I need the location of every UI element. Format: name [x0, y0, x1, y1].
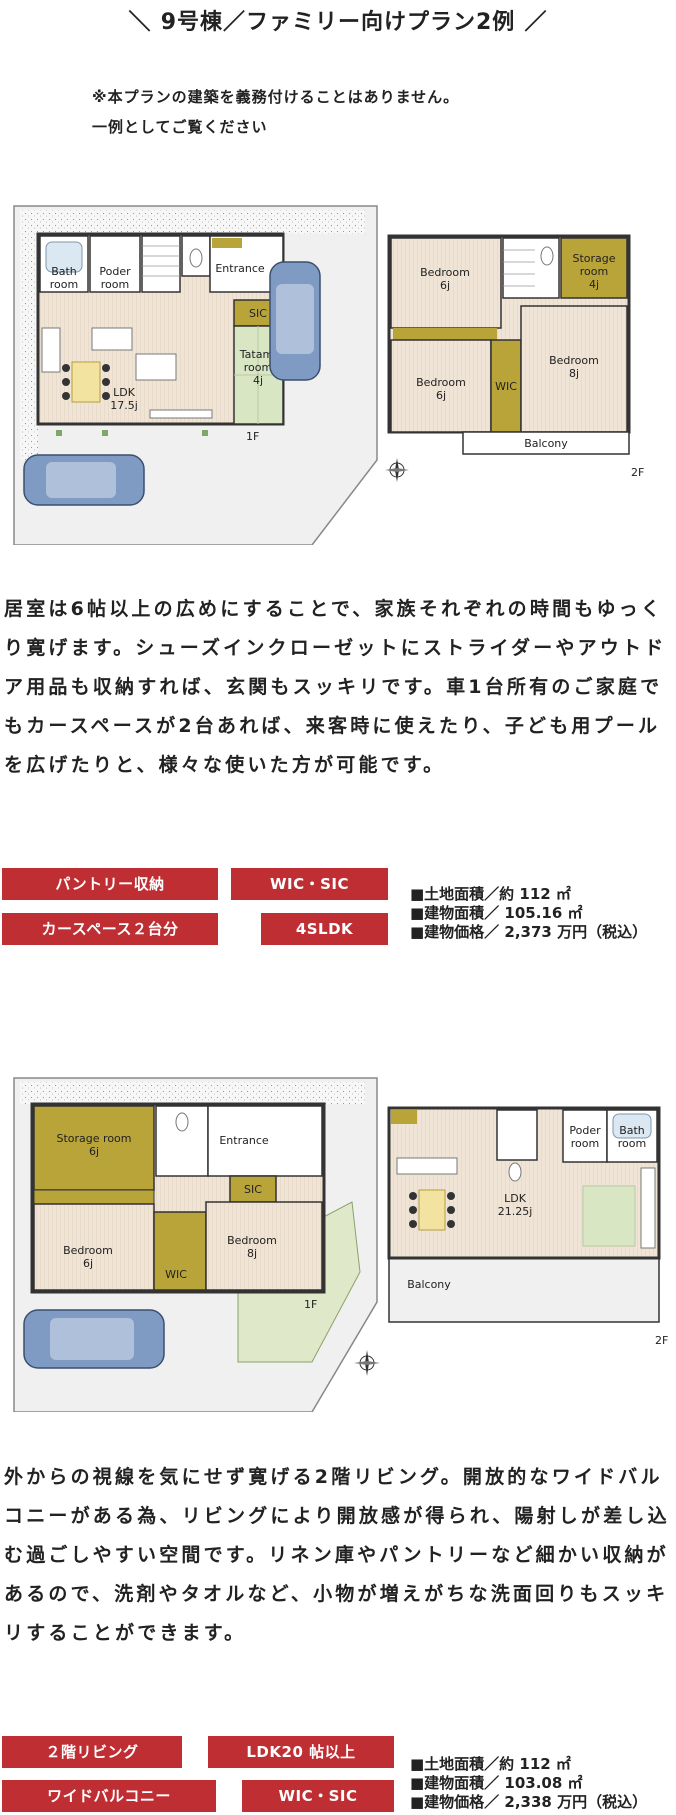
page-title: ＼ 9号棟／ファミリー向けプラン2例 ／	[0, 6, 676, 40]
plan2-bed2-label-2: 8j	[247, 1247, 257, 1260]
plan2-spec-price: ■建物価格／ 2,338 万円（税込）	[410, 1793, 648, 1811]
plan1-f2-bed2-label-1: Bedroom	[416, 376, 466, 389]
plan2-f2-ldk-label-2: 21.25j	[498, 1205, 533, 1218]
plan2-f2-balcony-label: Balcony	[407, 1278, 451, 1291]
plan2-f2-poder-label-1: Poder	[569, 1124, 601, 1137]
plan1-poder-label-1: Poder	[99, 265, 131, 278]
plan1-floor1-map: Bath room Poder room Entrance SIC Tatami…	[12, 200, 382, 545]
plan1-description: 居室は6帖以上の広めにすることで、家族それぞれの時間もゆっくり寛げます。シューズ…	[4, 598, 667, 776]
plan1-tag-pantry: パントリー収納	[2, 868, 218, 900]
plan2-f2-bath-label-1: Bath	[619, 1124, 645, 1137]
plan2-f2-poder-label-2: room	[571, 1137, 599, 1150]
plan2-compass-icon	[354, 1350, 380, 1376]
plan1-compass-icon	[385, 458, 409, 482]
plan2-tag-wic-sic: WIC・SIC	[242, 1780, 394, 1812]
plan2-wic-label: WIC	[165, 1268, 187, 1281]
plan1-tag-wic-sic: WIC・SIC	[231, 868, 388, 900]
plan2-bed2-label-1: Bedroom	[227, 1234, 277, 1247]
plan1-f2-wic-label: WIC	[495, 380, 517, 393]
plan2-storage-label-1: Storage room	[57, 1132, 132, 1145]
plan1-f2-bed1-label-2: 6j	[440, 279, 450, 292]
plan1-floor2-label: 2F	[631, 466, 644, 479]
plan2-specs: ■土地面積／約 112 ㎡ ■建物面積／ 103.08 ㎡ ■建物価格／ 2,3…	[410, 1755, 647, 1812]
plan2-sic-label: SIC	[244, 1183, 262, 1196]
plan1-entrance-label: Entrance	[215, 262, 265, 275]
plan1-floor2-map: Bedroom 6j Storage room 4j Bedroom 6j WI…	[385, 230, 675, 480]
plan1-poder-label-2: room	[101, 278, 129, 291]
plan2-storage-label-2: 6j	[89, 1145, 99, 1158]
plan2-bed1-label-1: Bedroom	[63, 1244, 113, 1257]
plan1-sic-label: SIC	[249, 307, 267, 320]
plan2-spec-land: ■土地面積／約 112 ㎡	[410, 1755, 571, 1773]
title-text: 9号棟／ファミリー向けプラン2例	[160, 10, 516, 35]
notice: ※本プランの建築を義務付けることはありません。 一例としてご覧ください	[92, 82, 612, 142]
plan1-bath-label-1: Bath	[51, 265, 77, 278]
plan1-bath-label-2: room	[50, 278, 78, 291]
title-slash-right: ／	[524, 10, 548, 35]
notice-line-1: ※本プランの建築を義務付けることはありません。	[92, 88, 460, 106]
plan1-ldk-label-1: LDK	[113, 386, 136, 399]
plan1-f2-bed1-label-1: Bedroom	[420, 266, 470, 279]
plan1-tag-4sldk: 4SLDK	[261, 913, 388, 945]
plan1-tatami-label-3: 4j	[253, 374, 263, 387]
plan1-spec-building: ■建物面積／ 105.16 ㎡	[410, 904, 583, 922]
plan1-f2-bed3-label-2: 8j	[569, 367, 579, 380]
plan2-description: 外からの視線を気にせず寛げる2階リビング。開放的なワイドバルコニーがある為、リビ…	[4, 1466, 670, 1644]
plan1-specs: ■土地面積／約 112 ㎡ ■建物面積／ 105.16 ㎡ ■建物価格／ 2,3…	[410, 885, 647, 942]
plan1-spec-price: ■建物価格／ 2,373 万円（税込）	[410, 923, 648, 941]
notice-line-2: 一例としてご覧ください	[92, 118, 268, 136]
plan1-ldk-label-2: 17.5j	[110, 399, 138, 412]
plan2-floor1-map: Storage room 6j Entrance SIC Bedroom 6j …	[12, 1072, 382, 1412]
plan1-f2-storage-label-2: room	[580, 265, 608, 278]
plan2-tag-ldk20: LDK20 帖以上	[208, 1736, 394, 1768]
plan1-f2-bed2-label-2: 6j	[436, 389, 446, 402]
plan2-tag-wide-balcony: ワイドバルコニー	[2, 1780, 216, 1812]
plan1-f2-storage-label-3: 4j	[589, 278, 599, 291]
plan2-floor2-label: 2F	[655, 1334, 668, 1347]
plan2-f2-ldk-label-1: LDK	[504, 1192, 527, 1205]
plan1-f2-balcony-label: Balcony	[524, 437, 568, 450]
plan2-spec-building: ■建物面積／ 103.08 ㎡	[410, 1774, 583, 1792]
plan2-bed1-label-2: 6j	[83, 1257, 93, 1270]
plan1-f2-bed3-label-1: Bedroom	[549, 354, 599, 367]
plan2-f2-bath-label-2: room	[618, 1137, 646, 1150]
plan2-floor1-label: 1F	[304, 1298, 317, 1311]
plan2-entrance-label: Entrance	[219, 1134, 269, 1147]
plan1-tag-carspace: カースペース２台分	[2, 913, 218, 945]
plan1-f2-storage-label-1: Storage	[572, 252, 615, 265]
plan1-spec-land: ■土地面積／約 112 ㎡	[410, 885, 571, 903]
plan2-floor2-map: Poder room Bath room LDK 21.25j Balcony …	[385, 1098, 675, 1348]
plan1-floor1-label: 1F	[246, 430, 259, 443]
plan1-tatami-label-2: room	[244, 361, 272, 374]
plan2-tag-2f-living: ２階リビング	[2, 1736, 182, 1768]
title-slash-left: ＼	[128, 10, 152, 35]
